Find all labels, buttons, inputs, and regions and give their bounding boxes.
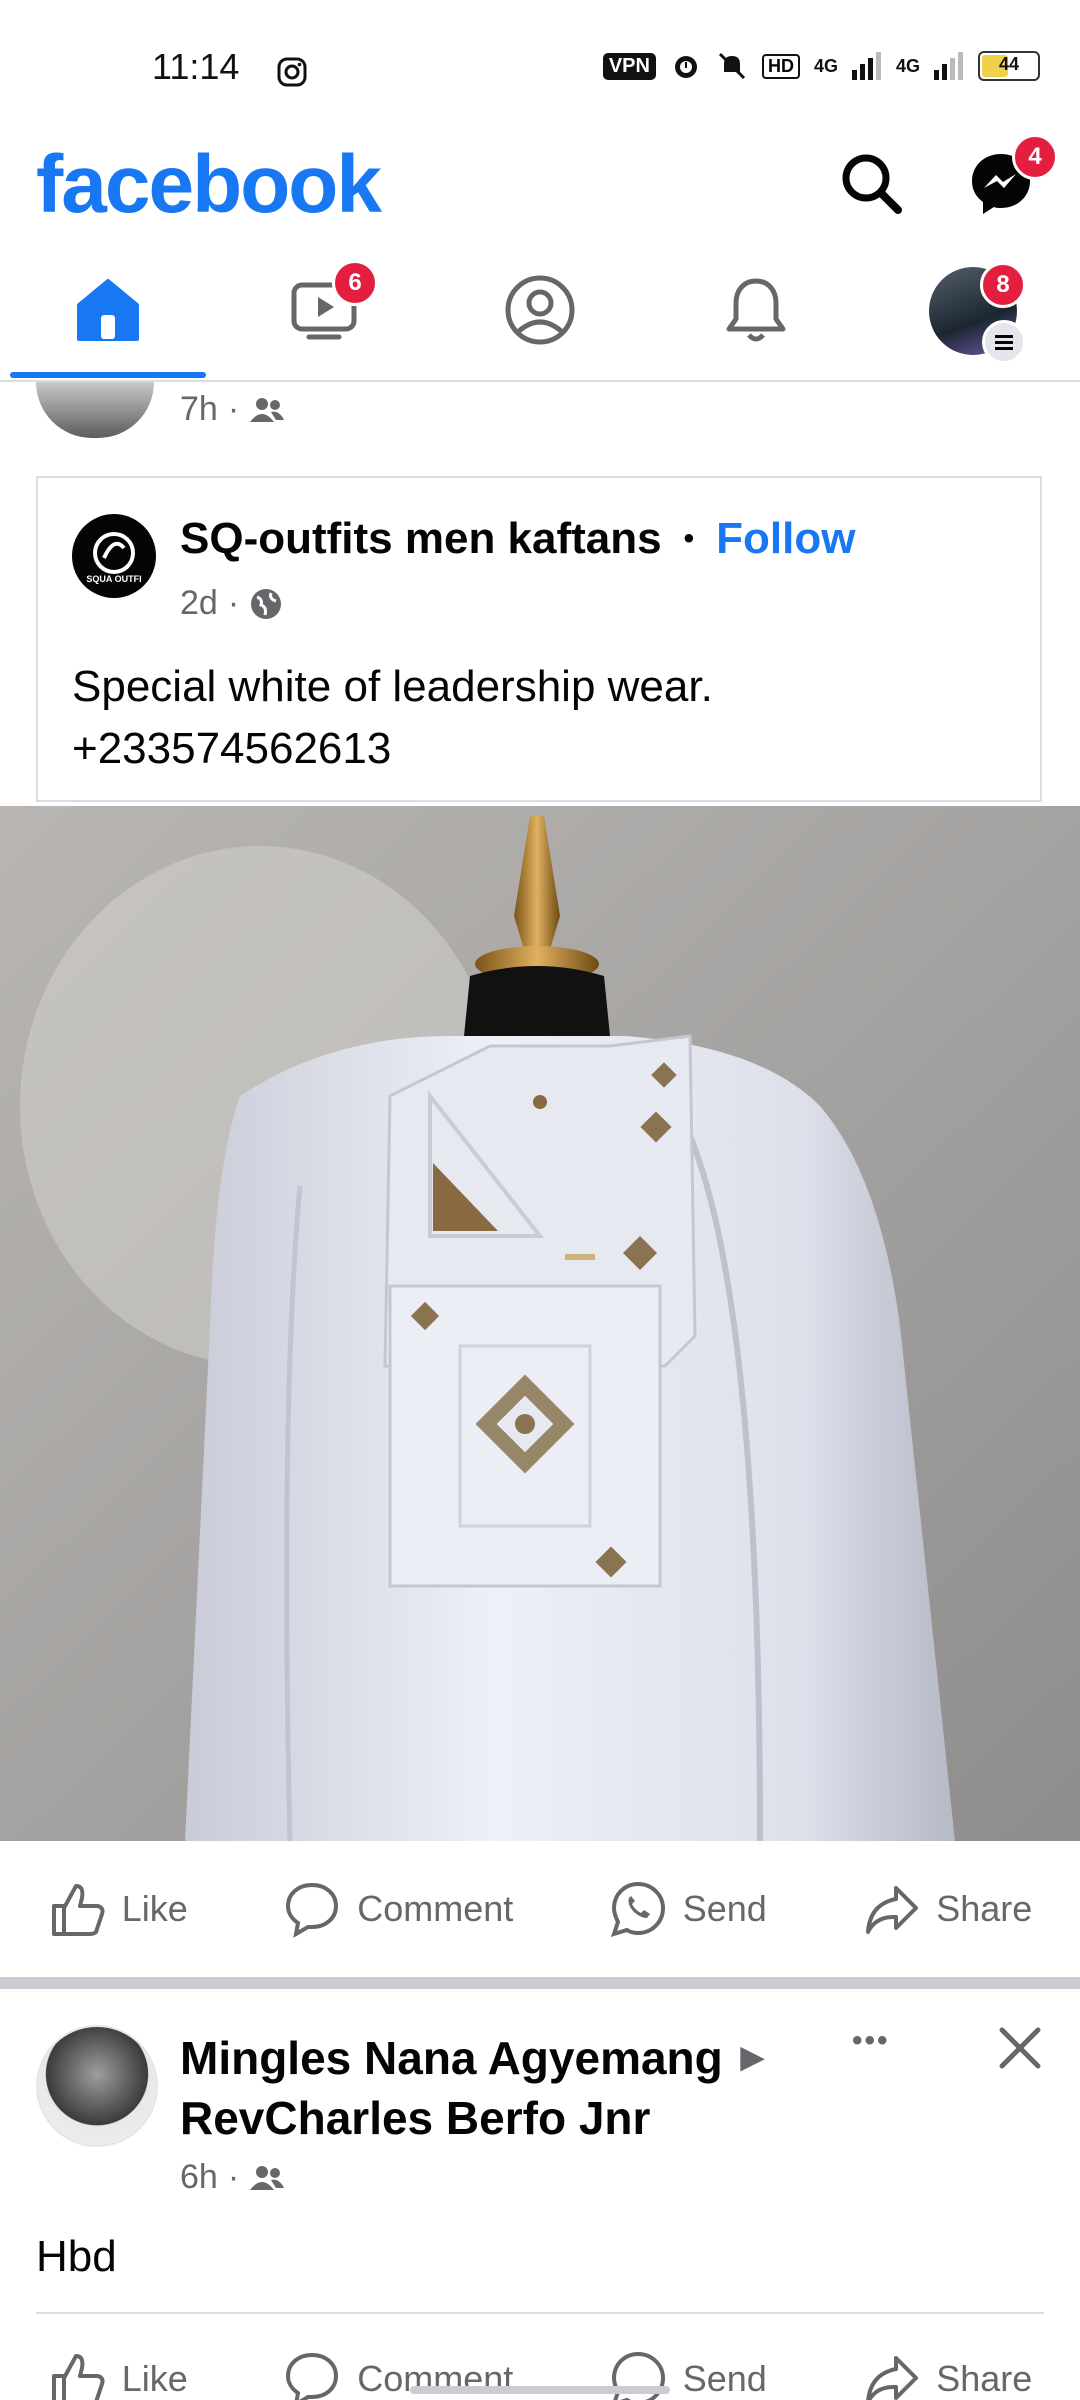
network-4g-label: 4G (813, 55, 838, 76)
more-options-button[interactable]: ••• (852, 2024, 890, 2058)
home-icon (77, 279, 139, 341)
page-name[interactable]: SQ-outfits men kaftans (180, 514, 662, 564)
signal-icon-2 (934, 52, 963, 80)
like-button-2[interactable]: Like (48, 2350, 188, 2400)
menu-badge: 8 (980, 262, 1026, 308)
like-label: Like (121, 2358, 188, 2399)
bell-icon (726, 278, 786, 342)
page-logo-text: SQUA OUTFI (86, 574, 142, 584)
tab-profile[interactable] (500, 270, 580, 350)
like-icon (51, 2354, 105, 2400)
whatsapp-icon (610, 1881, 665, 1938)
watch-badge: 6 (332, 260, 378, 306)
page-header: SQ-outfits men kaftans • Follow (180, 514, 855, 564)
separator-dot: • (683, 522, 695, 555)
comment-icon (286, 2352, 339, 2400)
page-avatar[interactable]: SQUA OUTFI (72, 514, 156, 598)
author-avatar[interactable] (36, 2025, 158, 2147)
share-icon (866, 2356, 919, 2400)
status-time: 11:14 (152, 46, 240, 87)
send-label: Send (682, 2358, 767, 2399)
arrow-icon: ▶ (740, 2041, 764, 2074)
tabs-divider (0, 380, 1080, 382)
post-caption: Special white of leadership wear. (72, 662, 713, 711)
prev-post-avatar[interactable] (36, 382, 154, 438)
network-4g-label-2: 4G (895, 55, 920, 76)
shared-post-meta: 2d · (180, 584, 283, 623)
follow-button[interactable]: Follow (716, 514, 855, 564)
instagram-icon (277, 57, 307, 87)
facebook-logo[interactable]: facebook (36, 138, 382, 232)
search-icon[interactable] (836, 148, 906, 218)
send-button[interactable]: Send (609, 1880, 767, 1938)
like-button[interactable]: Like (48, 1880, 188, 1938)
friends-icon (250, 397, 285, 422)
post-phone: +233574562613 (72, 724, 392, 773)
feed-separator (0, 1977, 1080, 1989)
tab-home[interactable] (68, 270, 148, 350)
next-post-text: Hbd (36, 2232, 117, 2281)
like-label: Like (121, 1888, 188, 1929)
active-tab-indicator (10, 372, 206, 378)
messenger-button[interactable]: 4 (966, 134, 1058, 224)
shared-post-time: 2d (180, 584, 218, 622)
comment-button[interactable]: Comment (283, 1880, 513, 1938)
signal-icon (851, 52, 881, 80)
send-label: Send (682, 1888, 767, 1929)
hd-badge: HD (761, 53, 800, 79)
status-icons: VPN HD 4G 4G 44 (602, 50, 1040, 82)
battery-level: 44 (998, 54, 1020, 74)
author-name[interactable]: Mingles Nana Agyemang (180, 2028, 723, 2088)
page-logo-icon (93, 532, 135, 574)
alarm-icon (674, 56, 697, 78)
tab-watch[interactable]: 6 (284, 260, 378, 350)
messenger-badge: 4 (1012, 134, 1058, 180)
share-button-2[interactable]: Share (862, 2350, 1032, 2400)
next-post-header: Mingles Nana Agyemang ▶ RevCharles Berfo… (180, 2028, 764, 2148)
tab-notifications[interactable] (716, 270, 796, 350)
post-image[interactable] (0, 806, 1080, 1841)
share-label: Share (936, 1888, 1033, 1929)
like-icon (51, 1884, 105, 1936)
friends-icon (250, 2165, 285, 2190)
battery-icon: 44 (978, 51, 1040, 81)
globe-icon (251, 588, 282, 619)
profile-icon (505, 275, 575, 345)
next-post-meta: 6h · (180, 2158, 285, 2197)
comment-label: Comment (357, 1888, 514, 1929)
share-label: Share (936, 2358, 1033, 2399)
post-divider (36, 2312, 1044, 2314)
close-icon[interactable] (996, 2024, 1044, 2072)
next-post-time: 6h (180, 2158, 218, 2196)
gesture-bar (410, 2386, 670, 2394)
share-button[interactable]: Share (862, 1880, 1032, 1938)
recipient-name[interactable]: RevCharles Berfo Jnr (180, 2088, 764, 2148)
menu-icon (982, 320, 1026, 364)
prev-post-meta: 7h · (180, 390, 285, 429)
shared-post-text: Special white of leadership wear. +23357… (72, 656, 713, 780)
post-action-bar: Like Comment Send Share (0, 1880, 1080, 1938)
prev-post-time: 7h (180, 390, 218, 428)
tab-menu[interactable]: 8 (928, 262, 1026, 364)
mute-icon (718, 52, 746, 80)
comment-icon (286, 1882, 339, 1938)
share-icon (866, 1886, 919, 1934)
vpn-badge: VPN (602, 52, 656, 80)
